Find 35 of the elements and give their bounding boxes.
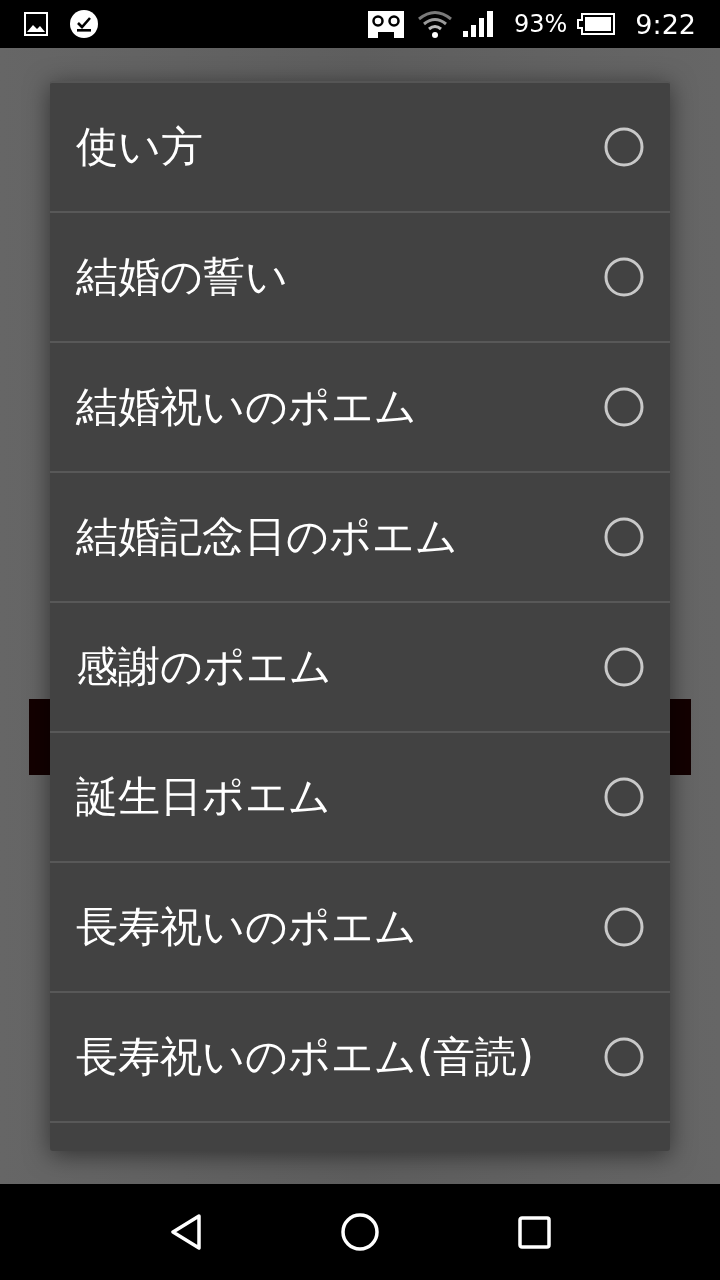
battery-icon: [577, 13, 616, 35]
option-row[interactable]: 誕生日ポエム: [50, 733, 670, 863]
option-label: 長寿祝いのポエム(音読): [76, 1036, 535, 1078]
radio-button[interactable]: [604, 647, 644, 687]
back-icon[interactable]: [169, 1214, 202, 1250]
download-done-icon: [70, 10, 98, 38]
clock-time: 9:22: [635, 10, 696, 38]
option-row[interactable]: 感謝のポエム: [50, 603, 670, 733]
option-label: 感謝のポエム: [76, 646, 333, 688]
option-label: 誕生日ポエム: [76, 776, 332, 818]
option-label: 結婚記念日のポエム: [76, 516, 459, 558]
option-label: 長寿祝いのポエム: [76, 906, 418, 948]
option-row[interactable]: 長寿祝いのポエム: [50, 863, 670, 993]
radio-button[interactable]: [604, 1037, 644, 1077]
home-icon[interactable]: [340, 1213, 379, 1251]
wifi-icon: [418, 10, 452, 38]
option-row[interactable]: 結婚記念日のポエム: [50, 473, 670, 603]
option-label: 使い方: [76, 126, 204, 168]
radio-button[interactable]: [604, 127, 644, 167]
option-label: 結婚祝いのポエム: [76, 386, 418, 428]
option-row[interactable]: 結婚祝いのポエム: [50, 343, 670, 473]
option-row[interactable]: 結婚の誓い: [50, 213, 670, 343]
signal-icon: [463, 11, 493, 37]
voicemail-icon: [368, 10, 404, 38]
option-row[interactable]: 長寿祝いのポエム(音読): [50, 993, 670, 1123]
option-row[interactable]: 使い方: [50, 83, 670, 213]
battery-percent: 93%: [514, 12, 568, 36]
radio-button[interactable]: [604, 257, 644, 297]
radio-button[interactable]: [604, 517, 644, 557]
radio-button[interactable]: [604, 907, 644, 947]
radio-button[interactable]: [604, 387, 644, 427]
recents-icon[interactable]: [517, 1215, 551, 1249]
radio-button[interactable]: [604, 777, 644, 817]
image-icon: [24, 12, 48, 36]
option-label: 結婚の誓い: [76, 256, 289, 298]
